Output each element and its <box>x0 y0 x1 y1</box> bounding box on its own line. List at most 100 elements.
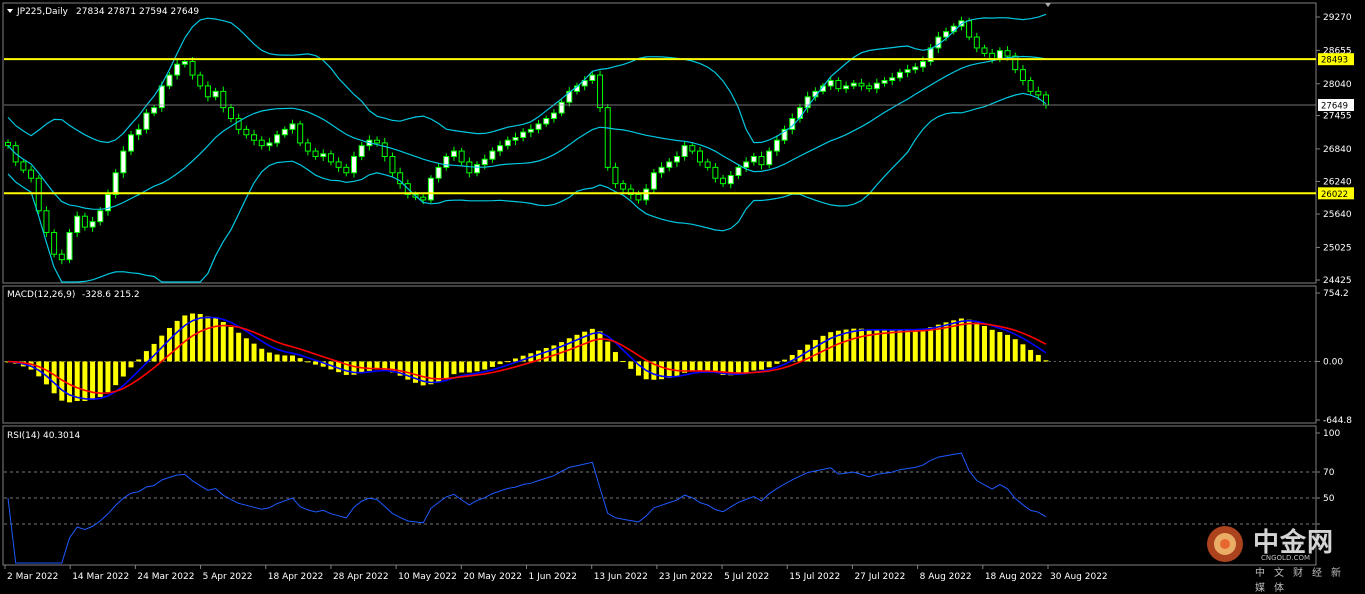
candle-body <box>758 156 765 166</box>
candle-body <box>97 210 104 223</box>
dropdown-triangle-icon[interactable] <box>7 9 13 13</box>
candle-body <box>351 156 357 174</box>
macd-histogram-bar <box>1028 349 1034 362</box>
macd-histogram-bar <box>912 329 918 362</box>
macd-histogram-bar <box>74 361 80 402</box>
candle-body <box>773 139 780 152</box>
macd-histogram-bar <box>751 361 757 371</box>
macd-histogram-bar <box>782 359 788 362</box>
macd-histogram-bar <box>1020 344 1026 362</box>
candle-body <box>558 101 565 114</box>
candle-body <box>643 188 650 201</box>
x-tick-label: 15 Jul 2022 <box>789 572 840 582</box>
candle-body <box>51 232 58 255</box>
macd-histogram-bar <box>989 329 995 362</box>
candle-body <box>181 61 188 65</box>
candle-body <box>74 215 81 234</box>
candle-body <box>650 172 657 190</box>
macd-histogram-bar <box>113 361 119 386</box>
candle-body <box>266 142 273 147</box>
rsi-value-label: 40.3014 <box>43 431 80 441</box>
candle-body <box>443 156 450 168</box>
candle-body <box>835 80 842 90</box>
candle-body <box>612 166 619 185</box>
candle-body <box>166 74 173 87</box>
x-tick-label: 28 Apr 2022 <box>333 572 389 582</box>
candle-body <box>481 158 488 166</box>
candle-body <box>274 134 281 144</box>
candle-body <box>743 161 750 168</box>
price-ytick-label: 27455 <box>1323 112 1352 122</box>
macd-histogram-bar <box>489 361 495 367</box>
macd-histogram-bar <box>966 319 972 362</box>
candle-body <box>112 172 119 196</box>
candle-body <box>251 134 258 141</box>
candle-body <box>635 194 642 201</box>
current-price-tag-label: 27649 <box>1321 101 1348 111</box>
candle-body <box>381 142 388 158</box>
macd-histogram-bar <box>274 354 280 362</box>
price-ytick-label: 28040 <box>1323 80 1352 90</box>
macd-histogram-bar <box>628 361 634 369</box>
macd-histogram-bar <box>305 361 311 363</box>
macd-histogram-bar <box>543 348 549 362</box>
price-ytick-label: 26840 <box>1323 145 1352 155</box>
macd-histogram-bar <box>289 355 295 362</box>
candle-body <box>435 166 442 179</box>
candle-body <box>120 150 127 174</box>
price-panel[interactable] <box>2 2 1317 284</box>
shift-marker-icon[interactable] <box>1045 3 1051 7</box>
macd-histogram-bar <box>766 361 772 368</box>
macd-histogram-bar <box>120 361 126 377</box>
candle-body <box>866 85 873 90</box>
candle-body <box>35 177 42 212</box>
x-tick-label: 23 Jun 2022 <box>659 572 713 582</box>
macd-histogram-bar <box>612 352 618 362</box>
candle-body <box>704 161 711 168</box>
x-tick-label: 24 Mar 2022 <box>137 572 194 582</box>
macd-histogram-bar <box>905 329 911 362</box>
candle-body <box>843 85 850 90</box>
candle-body <box>666 161 673 168</box>
candle-body <box>143 112 150 130</box>
x-tick-label: 5 Apr 2022 <box>203 572 253 582</box>
macd-histogram-bar <box>128 361 134 368</box>
macd-histogram-bar <box>620 361 626 363</box>
rsi-line <box>7 452 1047 564</box>
bollinger-lower-line <box>7 92 1047 283</box>
candle-body <box>297 123 304 144</box>
symbol-label: JP225,Daily <box>16 7 69 17</box>
candle-body <box>750 156 757 163</box>
macd-histogram-bar <box>474 361 480 372</box>
price-ytick-label: 24425 <box>1323 276 1352 286</box>
macd-histogram-bar <box>105 361 111 393</box>
candle-body <box>189 61 196 76</box>
x-tick-label: 5 Jul 2022 <box>724 572 769 582</box>
macd-histogram-bar <box>928 327 934 362</box>
candle-body <box>128 134 135 152</box>
x-tick-label: 2 Mar 2022 <box>7 572 58 582</box>
candle-body <box>1019 69 1026 82</box>
candle-body <box>358 145 365 158</box>
ohlc-readout: 27834 27871 27594 27649 <box>76 7 199 17</box>
candle-body <box>420 196 427 201</box>
candle-body <box>673 156 680 163</box>
macd-histogram-bar <box>228 326 234 362</box>
rsi-ytick-label: 50 <box>1323 494 1335 504</box>
x-tick-label: 14 Mar 2022 <box>72 572 129 582</box>
price-plot <box>4 13 1316 283</box>
x-tick-label: 18 Apr 2022 <box>268 572 324 582</box>
rsi-panel[interactable] <box>2 425 1317 566</box>
candle-body <box>527 128 534 133</box>
macd-histogram-bar <box>851 328 857 362</box>
macd-histogram-bar <box>466 361 472 373</box>
macd-histogram-bar <box>882 329 888 362</box>
macd-histogram-bar <box>1043 360 1049 362</box>
candle-body <box>474 164 481 174</box>
macd-histogram-bar <box>213 318 219 362</box>
candle-body <box>289 123 296 130</box>
macd-histogram-bar <box>297 358 303 362</box>
candle-body <box>458 150 465 163</box>
candle-body <box>504 139 511 147</box>
trading-chart[interactable]: 2927028655280402745526840262402564025025… <box>0 0 1365 588</box>
